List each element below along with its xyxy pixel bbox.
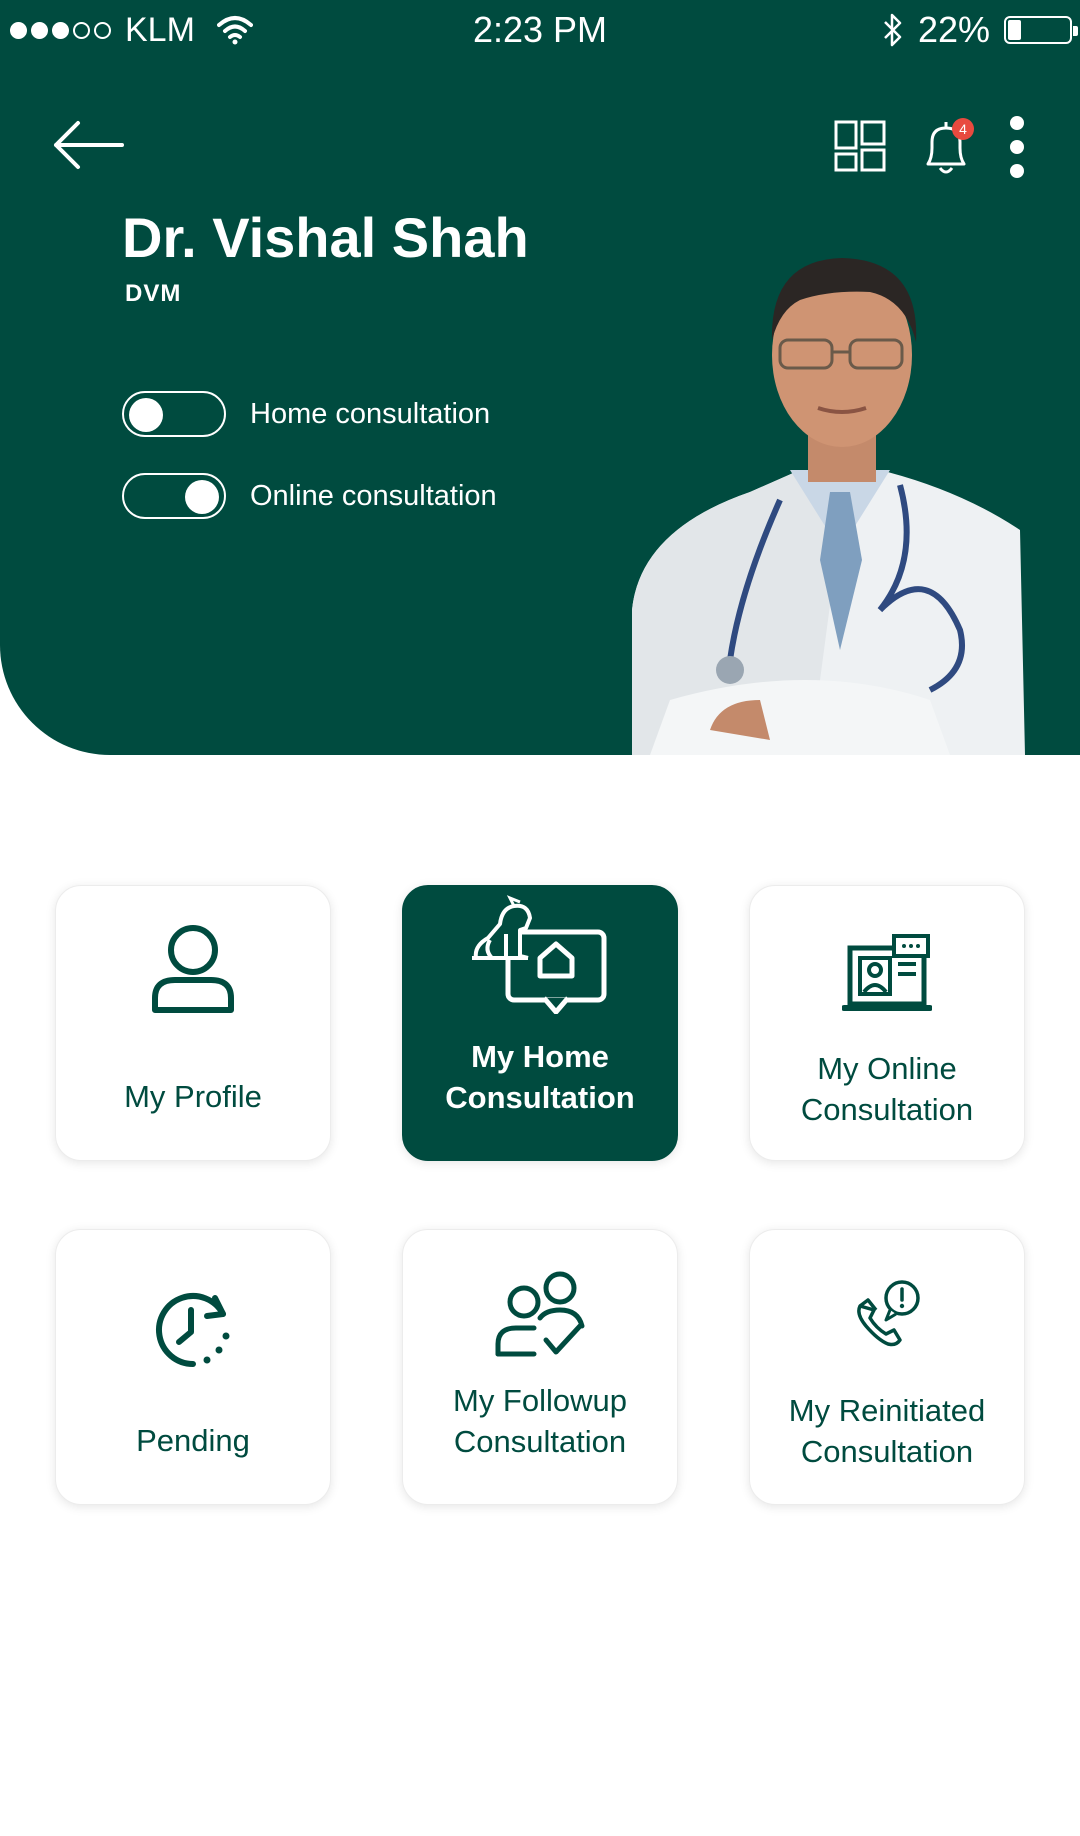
my-home-consultation-label-1: My Home (471, 1039, 609, 1074)
doctor-photo (632, 258, 1025, 755)
profile-header: 4 Dr. Vishal Shah DVM Home consultation … (0, 60, 1080, 755)
my-reinitiated-consultation-label-1: My Reinitiated (788, 1393, 986, 1428)
my-online-consultation-label-1: My Online (817, 1051, 957, 1086)
my-followup-consultation-label-1: My Followup (453, 1383, 627, 1418)
status-bar: KLM 2:23 PM 22% (0, 0, 1080, 60)
my-home-consultation-tile[interactable]: My Home Consultation (402, 885, 678, 1161)
phone-alert-icon (857, 1280, 920, 1347)
my-profile-label: My Profile (124, 1079, 262, 1114)
battery-percent: 22% (917, 9, 990, 50)
home-consultation-label: Home consultation (250, 397, 491, 430)
home-consultation-row: Home consultation (122, 390, 490, 438)
user-icon (152, 925, 234, 1013)
my-followup-consultation-tile[interactable]: My Followup Consultation (402, 1229, 678, 1505)
my-home-consultation-label-2: Consultation (445, 1080, 635, 1115)
my-followup-consultation-label-2: Consultation (453, 1424, 627, 1459)
more-vertical-icon[interactable] (1005, 115, 1029, 179)
pending-tile[interactable]: Pending (55, 1229, 331, 1505)
pending-label: Pending (136, 1423, 250, 1458)
online-consultation-toggle[interactable] (122, 473, 226, 519)
online-consultation-label: Online consultation (250, 479, 497, 512)
bluetooth-icon (884, 13, 902, 47)
dashboard-icon[interactable] (834, 120, 886, 172)
pet-home-consultation-icon (472, 895, 607, 1014)
doctor-name: Dr. Vishal Shah (122, 206, 529, 269)
notification-badge: 4 (952, 118, 974, 140)
my-reinitiated-consultation-tile[interactable]: My Reinitiated Consultation (749, 1229, 1025, 1505)
followup-users-icon (495, 1271, 585, 1357)
my-profile-tile[interactable]: My Profile (55, 885, 331, 1161)
battery-fill (1008, 20, 1021, 40)
my-reinitiated-consultation-label-2: Consultation (800, 1434, 974, 1469)
status-right: 22% (882, 8, 1078, 52)
online-consultation-icon (842, 934, 932, 1011)
online-consultation-row: Online consultation (122, 472, 497, 520)
battery-icon (1004, 16, 1078, 44)
home-consultation-toggle[interactable] (122, 391, 226, 437)
clock-pending-icon (156, 1293, 230, 1367)
my-online-consultation-label-2: Consultation (800, 1092, 974, 1127)
notification-button[interactable]: 4 (918, 118, 974, 178)
doctor-degree: DVM (125, 280, 182, 307)
back-arrow-icon[interactable] (50, 115, 126, 175)
my-online-consultation-tile[interactable]: My Online Consultation (749, 885, 1025, 1161)
